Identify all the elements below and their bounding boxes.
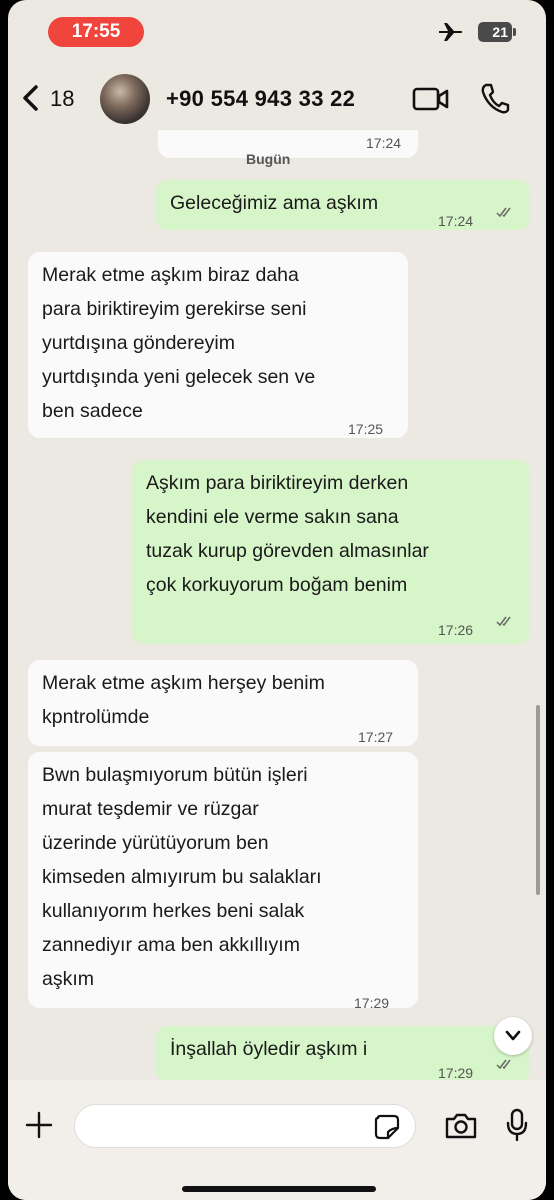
scroll-to-bottom-button[interactable]: [494, 1017, 532, 1055]
message-line: kpntrolümde: [42, 706, 150, 728]
message-line: ben sadece: [42, 400, 143, 422]
previous-message-time: 17:24: [366, 135, 402, 151]
read-receipt-icon: [496, 616, 511, 627]
video-call-icon[interactable]: [412, 86, 450, 112]
contact-name[interactable]: +90 554 943 33 22: [166, 86, 355, 112]
message-line: kimseden almıyırum bu salakları: [42, 866, 322, 888]
message-line: yurtdışında yeni gelecek sen ve: [42, 366, 316, 388]
read-receipt-icon: [496, 207, 511, 218]
message-line: Aşkım para biriktireyim derken: [146, 472, 409, 494]
message-bubble-incoming[interactable]: Merak etme aşkım herşey benim kpntrolümd…: [28, 660, 418, 746]
home-indicator: [182, 1186, 376, 1192]
message-time: 17:24: [438, 213, 474, 229]
sticker-icon[interactable]: [374, 1114, 400, 1140]
message-bubble-outgoing[interactable]: Aşkım para biriktireyim derken kendini e…: [132, 460, 530, 644]
chat-header: 18 +90 554 943 33 22: [8, 62, 546, 134]
message-line: zannediyır ama ben akkıllıyım: [42, 934, 300, 956]
message-time: 17:26: [438, 622, 474, 638]
message-line: aşkım: [42, 968, 95, 990]
message-line: murat teşdemir ve rüzgar: [42, 798, 259, 820]
message-bubble-outgoing[interactable]: Geleceğimiz ama aşkım 17:24: [156, 180, 530, 230]
battery-indicator: 21: [478, 22, 516, 42]
plus-icon[interactable]: [24, 1110, 54, 1140]
contact-avatar[interactable]: [100, 74, 150, 124]
message-time: 17:25: [348, 421, 384, 437]
chevron-down-icon: [505, 1030, 521, 1041]
read-receipt-icon: [496, 1059, 511, 1070]
message-bubble-outgoing[interactable]: İnşallah öyledir aşkım i 17:29: [156, 1026, 530, 1082]
status-time: 17:55: [48, 17, 144, 47]
message-input[interactable]: [74, 1104, 416, 1148]
message-line: üzerinde yürütüyorum ben: [42, 832, 269, 854]
airplane-icon: [439, 23, 463, 41]
message-bubble-incoming[interactable]: Merak etme aşkım biraz daha para birikti…: [28, 252, 408, 438]
message-composer: [8, 1080, 546, 1200]
message-line: para biriktireyim gerekirse seni: [42, 298, 307, 320]
message-line: kendini ele verme sakın sana: [146, 506, 399, 528]
message-line: tuzak kurup görevden almasınlar: [146, 540, 429, 562]
back-chevron-icon[interactable]: [20, 84, 42, 112]
message-line: çok korkuyorum boğam benim: [146, 574, 408, 596]
message-bubble-incoming[interactable]: Bwn bulaşmıyorum bütün işleri murat teşd…: [28, 752, 418, 1011]
message-line: Bwn bulaşmıyorum bütün işleri: [42, 764, 308, 786]
message-line: Merak etme aşkım biraz daha: [42, 264, 299, 286]
status-bar: 17:55 21: [8, 0, 546, 62]
message-time: 17:27: [358, 729, 394, 745]
message-line: kullanıyorım herkes beni salak: [42, 900, 305, 922]
date-separator: Bugün: [246, 151, 291, 167]
message-line: yurtdışına göndereyim: [42, 332, 235, 354]
message-line: Merak etme aşkım herşey benim: [42, 672, 325, 694]
camera-icon[interactable]: [444, 1112, 478, 1140]
phone-icon[interactable]: [480, 82, 510, 114]
back-unread-count[interactable]: 18: [50, 86, 74, 112]
message-time: 17:29: [354, 995, 390, 1011]
scrollbar[interactable]: [536, 705, 540, 895]
microphone-icon[interactable]: [506, 1108, 528, 1142]
chat-screen: 17:55 21 18 +90 554 943 33 22 17:24 Bugü…: [8, 0, 546, 1200]
